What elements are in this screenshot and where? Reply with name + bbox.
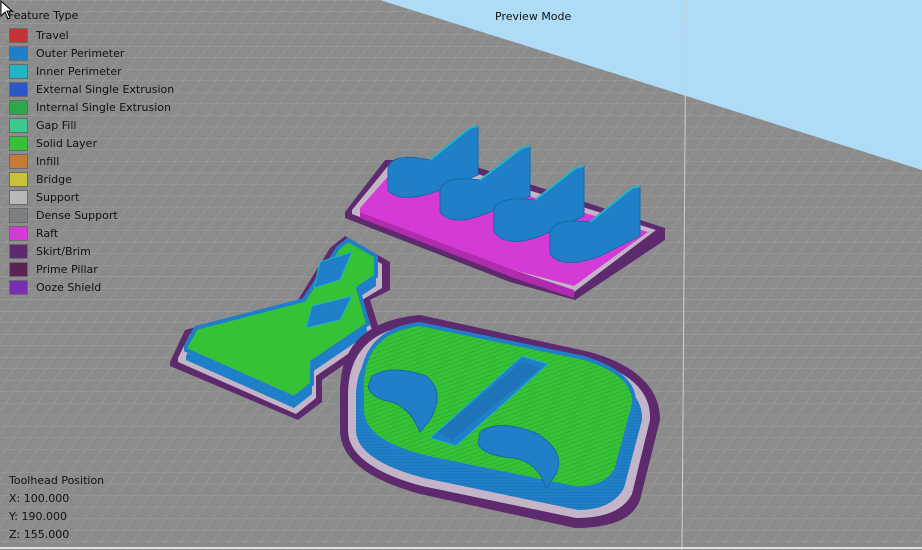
legend-label: External Single Extrusion [36,82,175,96]
legend-swatch [9,99,28,115]
legend-item: Support [6,188,174,206]
toolhead-position-panel: Toolhead Position X: 100.000 Y: 190.000 … [9,472,104,544]
legend-swatch [9,45,28,61]
legend-label: Raft [36,226,59,240]
feature-type-legend: Feature Type Travel Outer Perimeter Inner … [6,10,174,296]
legend-swatch [9,207,28,223]
legend-label: Gap Fill [36,118,77,132]
preview-mode-label: Preview Mode [495,10,572,23]
legend-item: Prime Pillar [6,260,174,278]
legend-label: Inner Perimeter [36,64,122,78]
legend-label: Outer Perimeter [36,46,125,60]
legend-label: Infill [36,154,60,168]
legend-item: Internal Single Extrusion [6,98,174,116]
toolhead-z: Z: 155.000 [9,528,70,541]
legend-item: Infill [6,152,174,170]
legend-item: Solid Layer [6,134,174,152]
legend-item: Raft [6,224,174,242]
legend-swatch [9,81,28,97]
legend-label: Support [36,190,80,204]
legend-item: Gap Fill [6,116,174,134]
toolhead-x: X: 100.000 [9,492,70,505]
toolhead-y: Y: 190.000 [9,510,67,523]
legend-item: External Single Extrusion [6,80,174,98]
legend-item: Travel [6,26,174,44]
legend-item: Dense Support [6,206,174,224]
legend-swatch [9,117,28,133]
legend-swatch [9,243,28,259]
toolhead-title: Toolhead Position [9,474,105,487]
legend-label: Solid Layer [36,136,97,150]
legend-label: Travel [36,28,69,42]
legend-item: Inner Perimeter [6,62,174,80]
legend-swatch [9,261,28,277]
legend-title: Feature Type [8,9,79,22]
legend-label: Ooze Shield [36,280,102,294]
legend-label: Internal Single Extrusion [36,100,171,114]
legend-swatch [9,27,28,43]
legend-swatch [9,135,28,151]
legend-swatch [9,63,28,79]
legend-item: Bridge [6,170,174,188]
mouse-cursor-icon [0,0,14,20]
legend-swatch [9,225,28,241]
legend-item: Outer Perimeter [6,44,174,62]
legend-swatch [9,279,28,295]
legend-label: Prime Pillar [36,262,98,276]
legend-item: Ooze Shield [6,278,174,296]
legend-item: Skirt/Brim [6,242,174,260]
legend-label: Dense Support [36,208,118,222]
legend-label: Bridge [36,172,72,186]
legend-swatch [9,153,28,169]
legend-swatch [9,189,28,205]
legend-swatch [9,171,28,187]
legend-label: Skirt/Brim [36,244,91,258]
